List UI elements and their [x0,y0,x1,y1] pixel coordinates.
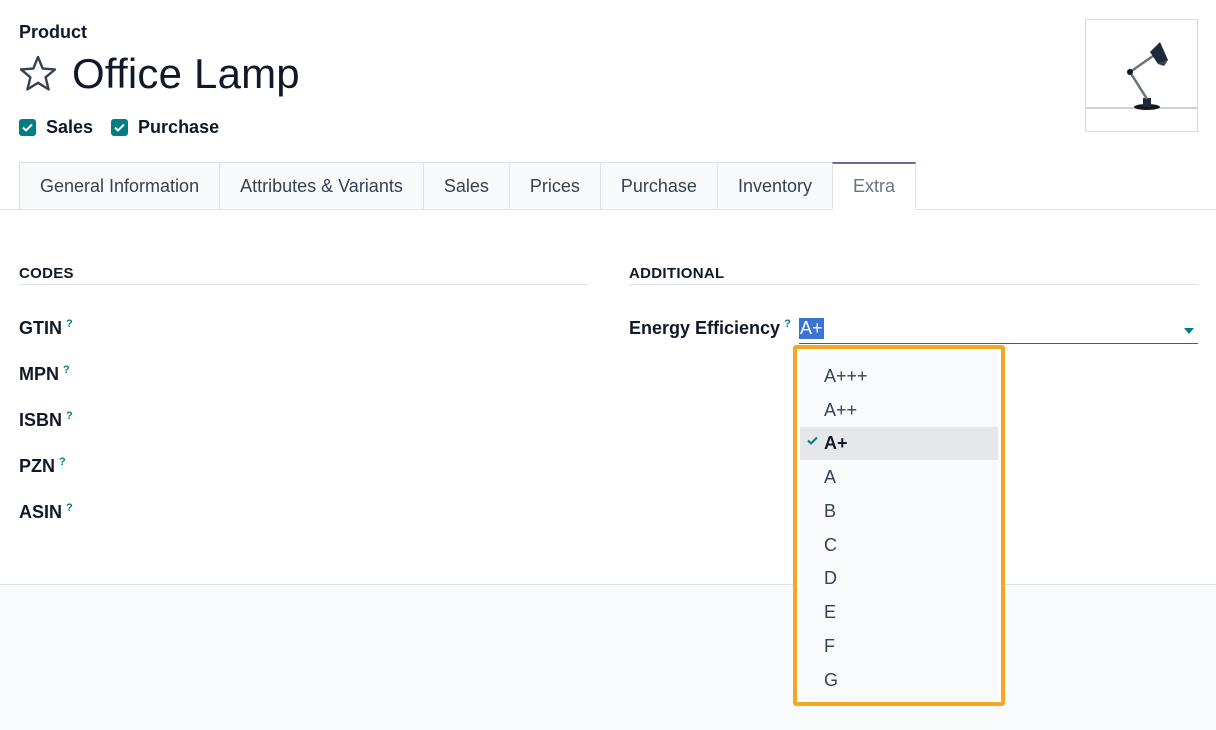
option-label: B [824,501,837,521]
sales-checkbox-label: Sales [46,117,94,137]
tab-general-information[interactable]: General Information [19,162,220,210]
option-label: G [824,670,839,690]
product-image[interactable] [1085,19,1198,132]
star-icon[interactable] [18,54,58,94]
codes-divider [19,284,588,285]
energy-efficiency-dropdown: A+++ A++ A+ A B C D E F G [793,345,1005,706]
option-label: D [824,568,837,588]
title-row: Office Lamp [18,50,300,98]
help-tooltip-icon[interactable]: ? [59,456,66,468]
checkbox-checked-icon[interactable] [19,119,36,136]
checkbox-checked-icon[interactable] [111,119,129,136]
help-tooltip-icon[interactable]: ? [66,318,73,330]
codes-section-title: CODES [19,265,74,282]
gtin-label: GTIN? [19,318,73,339]
energy-efficiency-label-text: Energy Efficiency [629,318,781,338]
sales-checkbox[interactable]: Sales [19,117,93,138]
asin-label: ASIN? [19,502,73,523]
option-label: F [824,636,835,656]
option-label: C [824,535,837,555]
purchase-checkbox[interactable]: Purchase [111,117,219,138]
check-icon [807,436,818,445]
option-b[interactable]: B [800,495,998,528]
option-a[interactable]: A [800,461,998,494]
isbn-label-text: ISBN [19,410,63,430]
help-tooltip-icon[interactable]: ? [66,410,73,422]
help-tooltip-icon[interactable]: ? [784,318,791,330]
mpn-label-text: MPN [19,364,59,384]
tab-inventory[interactable]: Inventory [716,162,832,210]
gtin-label-text: GTIN [19,318,62,338]
asin-label-text: ASIN [19,502,63,522]
form-sheet: Product Office Lamp Sales Purchase Gener… [0,0,1216,585]
option-a-plus[interactable]: A+ [800,427,998,460]
option-d[interactable]: D [800,562,998,595]
purchase-checkbox-label: Purchase [138,117,220,137]
tab-extra[interactable]: Extra [831,162,916,210]
option-g[interactable]: G [800,664,998,697]
energy-efficiency-value[interactable]: A+ [799,318,824,339]
caret-down-icon[interactable] [1184,328,1194,334]
tab-purchase[interactable]: Purchase [599,162,717,210]
additional-section-title: ADDITIONAL [629,265,725,282]
desk-lamp-icon [1086,42,1197,110]
option-label: E [824,602,837,622]
pzn-label: PZN? [19,456,66,477]
product-type-checks: Sales Purchase [19,117,219,138]
option-label: A++ [824,400,858,420]
option-label: A [824,467,837,487]
dropdown-list: A+++ A++ A+ A B C D E F G [800,352,998,699]
additional-divider [629,284,1198,285]
notebook-tabs: General Information Attributes & Variant… [19,162,916,210]
tab-attributes-variants[interactable]: Attributes & Variants [219,162,423,210]
breadcrumb[interactable]: Product [19,22,87,43]
option-f[interactable]: F [800,630,998,663]
isbn-label: ISBN? [19,410,73,431]
help-tooltip-icon[interactable]: ? [66,502,73,514]
tab-sales[interactable]: Sales [422,162,509,210]
option-label: A+ [824,433,848,453]
option-label: A+++ [824,366,868,386]
option-a-plus-plus-plus[interactable]: A+++ [800,360,998,393]
help-tooltip-icon[interactable]: ? [63,364,70,376]
option-a-plus-plus[interactable]: A++ [800,394,998,427]
option-c[interactable]: C [800,529,998,562]
product-name[interactable]: Office Lamp [72,50,300,98]
tab-prices[interactable]: Prices [508,162,600,210]
pzn-label-text: PZN [19,456,55,476]
option-e[interactable]: E [800,596,998,629]
energy-efficiency-select[interactable]: A+ [799,316,1198,344]
energy-efficiency-label: Energy Efficiency? [629,318,791,339]
mpn-label: MPN? [19,364,70,385]
